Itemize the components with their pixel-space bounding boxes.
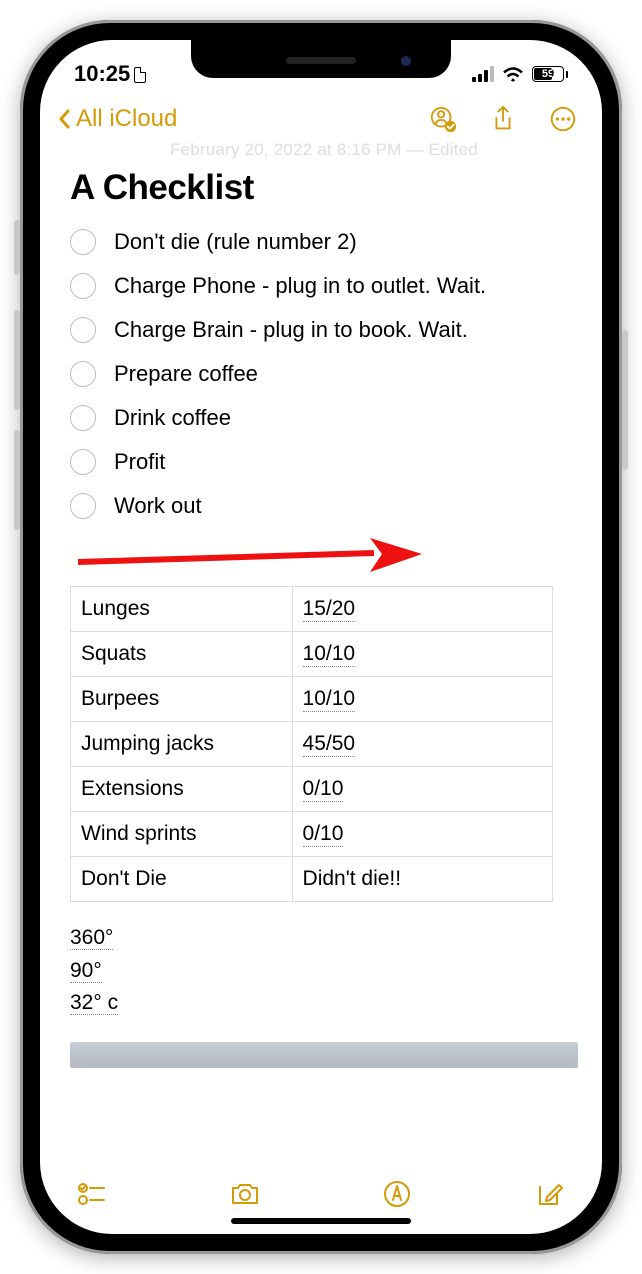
battery-icon: 59: [532, 66, 568, 82]
table-row: Squats10/10: [71, 632, 553, 677]
checklist-label: Charge Phone - plug in to outlet. Wait.: [114, 273, 486, 299]
status-time: 10:25: [74, 61, 146, 87]
collaborate-icon[interactable]: [428, 104, 458, 134]
checklist-item[interactable]: Work out: [70, 484, 578, 528]
checkbox-icon[interactable]: [70, 493, 96, 519]
checklist-label: Charge Brain - plug in to book. Wait.: [114, 317, 468, 343]
share-icon[interactable]: [488, 104, 518, 134]
degrees-block[interactable]: 360° 90° 32° c: [70, 922, 578, 1020]
back-label: All iCloud: [76, 105, 177, 133]
checklist-item[interactable]: Don't die (rule number 2): [70, 220, 578, 264]
volume-down: [14, 430, 20, 530]
checklist-item[interactable]: Charge Brain - plug in to book. Wait.: [70, 308, 578, 352]
back-button[interactable]: All iCloud: [54, 105, 177, 133]
checklist-item[interactable]: Profit: [70, 440, 578, 484]
cellular-icon: [472, 66, 494, 82]
markup-icon[interactable]: [381, 1178, 413, 1210]
annotation-arrow: [70, 532, 578, 582]
volume-up: [14, 310, 20, 410]
chevron-left-icon: [54, 109, 74, 129]
degree-line: 90°: [70, 959, 102, 983]
table-row: Jumping jacks45/50: [71, 722, 553, 767]
home-indicator[interactable]: [231, 1218, 411, 1224]
table-row: Don't DieDidn't die!!: [71, 857, 553, 902]
wifi-icon: [502, 66, 524, 82]
nav-bar: All iCloud: [40, 94, 602, 138]
table-row: Extensions0/10: [71, 767, 553, 812]
table-row: Wind sprints0/10: [71, 812, 553, 857]
checklist: Don't die (rule number 2) Charge Phone -…: [70, 220, 578, 528]
checkbox-icon[interactable]: [70, 273, 96, 299]
checkbox-icon[interactable]: [70, 361, 96, 387]
note-title: A Checklist: [70, 168, 578, 208]
workout-table[interactable]: Lunges15/20 Squats10/10 Burpees10/10 Jum…: [70, 586, 553, 902]
checklist-label: Profit: [114, 449, 165, 475]
checkbox-icon[interactable]: [70, 317, 96, 343]
checkbox-icon[interactable]: [70, 229, 96, 255]
note-body[interactable]: February 20, 2022 at 8:16 PM — Edited A …: [40, 138, 602, 1160]
checklist-item[interactable]: Prepare coffee: [70, 352, 578, 396]
checklist-label: Drink coffee: [114, 405, 231, 431]
degree-line: 360°: [70, 926, 113, 950]
checkbox-icon[interactable]: [70, 449, 96, 475]
device-frame: 10:25 59 All iCloud: [20, 20, 622, 1254]
checklist-label: Don't die (rule number 2): [114, 229, 357, 255]
checklist-item[interactable]: Charge Phone - plug in to outlet. Wait.: [70, 264, 578, 308]
attached-image[interactable]: [70, 1042, 578, 1068]
table-row: Burpees10/10: [71, 677, 553, 722]
notch: [191, 40, 451, 78]
compose-icon[interactable]: [534, 1178, 566, 1210]
table-row: Lunges15/20: [71, 587, 553, 632]
checklist-label: Work out: [114, 493, 202, 519]
camera-icon[interactable]: [229, 1178, 261, 1210]
checklist-item[interactable]: Drink coffee: [70, 396, 578, 440]
checklist-label: Prepare coffee: [114, 361, 258, 387]
checklist-icon[interactable]: [76, 1178, 108, 1210]
mute-switch: [14, 220, 20, 275]
checkbox-icon[interactable]: [70, 405, 96, 431]
degree-line: 32° c: [70, 991, 118, 1015]
sim-icon: [134, 67, 146, 83]
power-button: [622, 330, 628, 470]
note-date: February 20, 2022 at 8:16 PM — Edited: [70, 140, 578, 160]
more-icon[interactable]: [548, 104, 578, 134]
